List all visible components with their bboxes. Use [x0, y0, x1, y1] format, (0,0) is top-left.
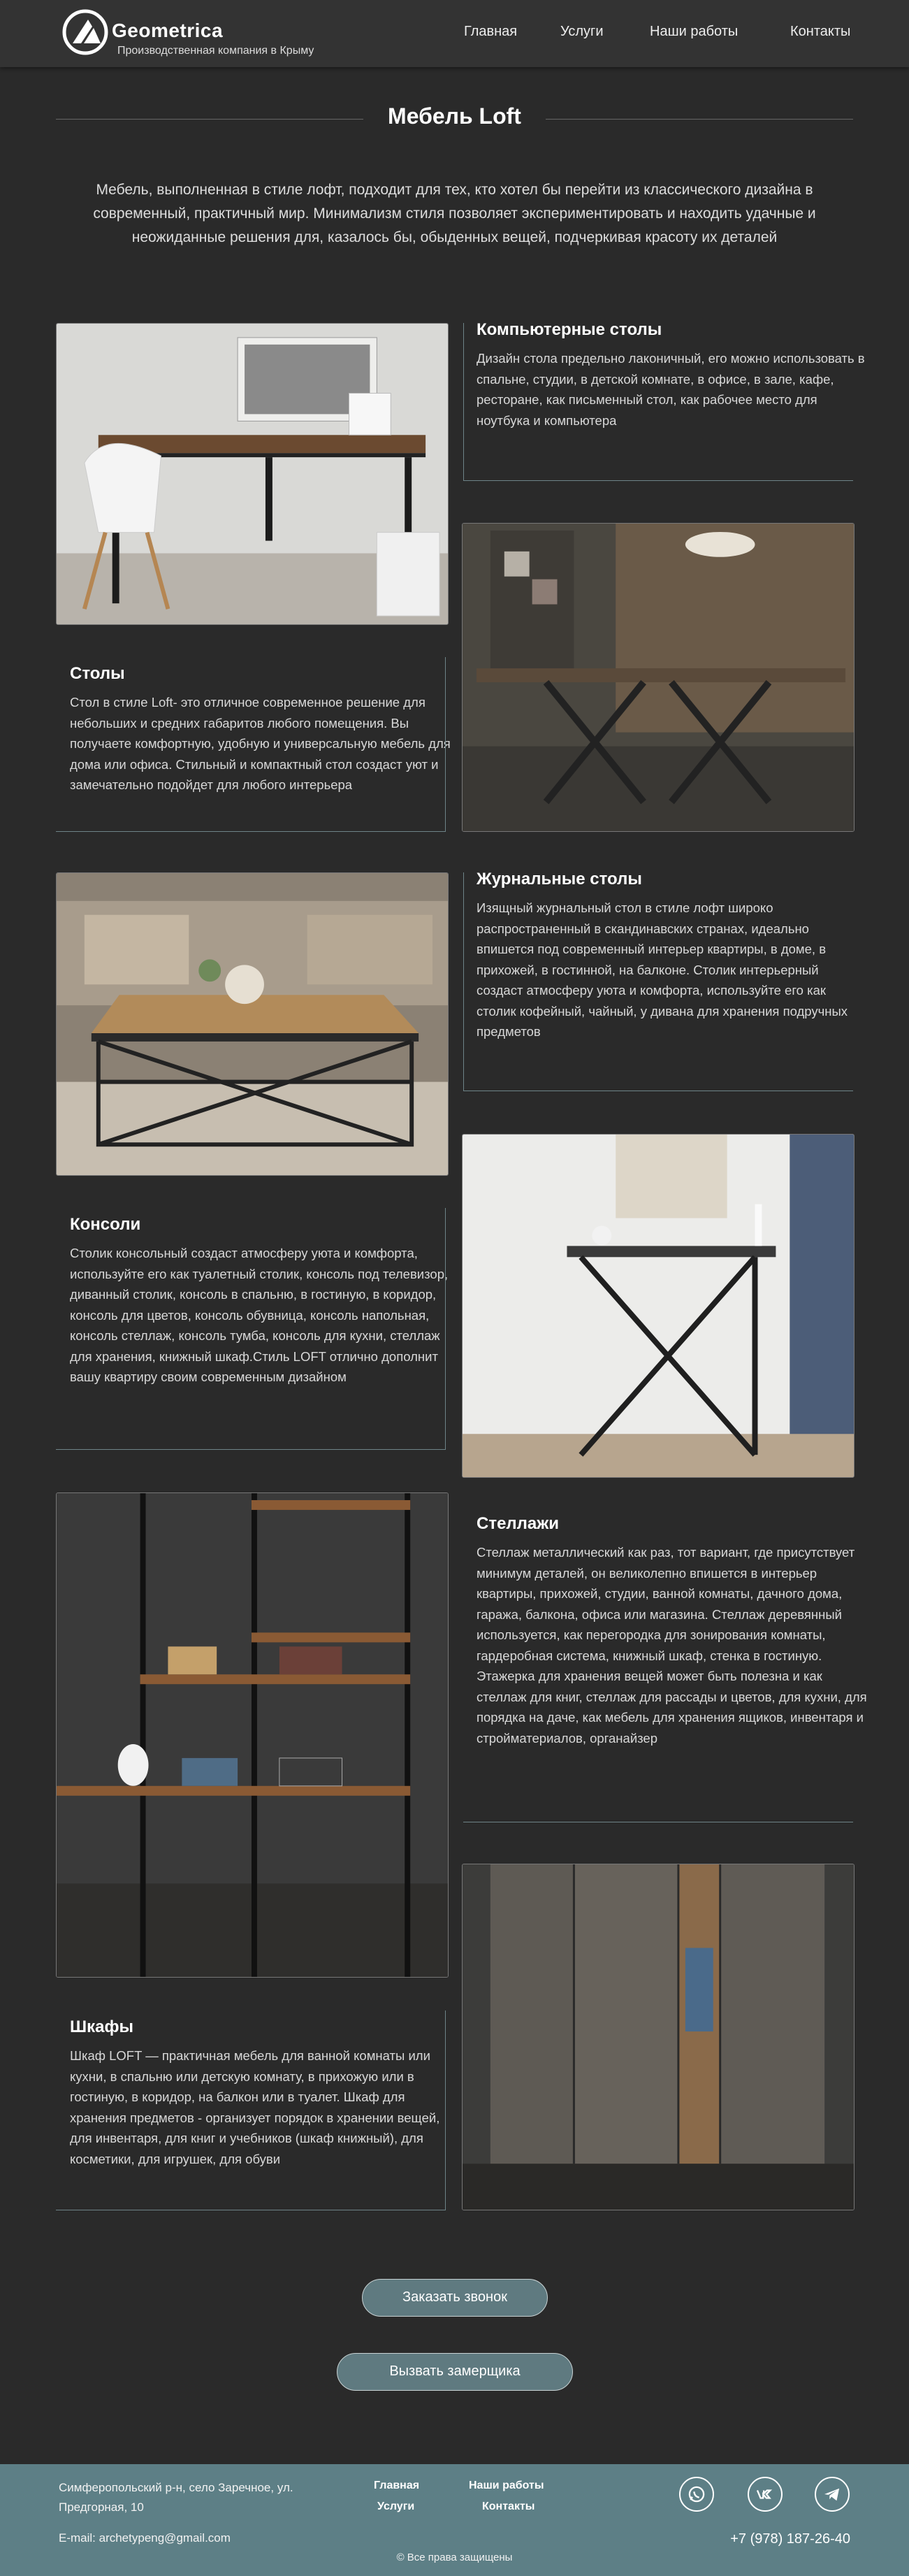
shelving-photo	[56, 1492, 449, 1978]
card-border	[463, 480, 853, 481]
section-title: Стеллажи	[477, 1514, 560, 1533]
card-border	[445, 2010, 446, 2210]
section-computer-desks: Компьютерные столы Дизайн стола предельн…	[477, 320, 868, 431]
footer-link-services[interactable]: Услуги	[377, 2501, 414, 2513]
section-shelving: Стеллажи Стеллаж металлический как раз, …	[477, 1514, 868, 1748]
nav-services[interactable]: Услуги	[560, 24, 604, 40]
section-title: Журнальные столы	[477, 870, 642, 888]
order-call-button[interactable]: Заказать звонок	[362, 2279, 548, 2317]
section-text: Дизайн стола предельно лаконичный, его м…	[477, 351, 865, 428]
card-border	[463, 872, 464, 1091]
telegram-icon[interactable]	[815, 2477, 850, 2512]
whatsapp-icon[interactable]	[679, 2477, 714, 2512]
logo-icon[interactable]	[60, 7, 110, 57]
footer-link-home[interactable]: Главная	[374, 2480, 419, 2492]
brand-tagline: Производственная компания в Крыму	[117, 45, 314, 57]
section-text: Шкаф LOFT — практичная мебель для ванной…	[70, 2048, 440, 2166]
console-photo	[462, 1134, 855, 1478]
card-border	[445, 657, 446, 832]
section-wardrobes: Шкафы Шкаф LOFT — практичная мебель для …	[70, 2017, 461, 2169]
nav-works[interactable]: Наши работы	[650, 24, 738, 40]
coffee-table-photo	[56, 872, 449, 1176]
vk-icon[interactable]	[748, 2477, 783, 2512]
site-header: Geometrica Производственная компания в К…	[0, 0, 909, 67]
section-text: Стеллаж металлический как раз, тот вариа…	[477, 1545, 867, 1746]
section-coffee-tables: Журнальные столы Изящный журнальный стол…	[477, 870, 868, 1042]
section-title: Шкафы	[70, 2017, 133, 2036]
section-title: Столы	[70, 664, 125, 683]
section-tables: Столы Стол в стиле Loft- это отличное со…	[70, 664, 461, 796]
card-border	[56, 831, 446, 832]
card-border	[445, 1208, 446, 1450]
section-consoles: Консоли Столик консольный создаст атмосф…	[70, 1215, 461, 1388]
section-text: Стол в стиле Loft- это отличное современ…	[70, 695, 451, 792]
section-text: Столик консольный создаст атмосферу уюта…	[70, 1246, 449, 1384]
card-border	[56, 1449, 446, 1450]
brand-name[interactable]: Geometrica	[112, 20, 223, 42]
section-title: Компьютерные столы	[477, 320, 662, 339]
site-footer: Симферопольский р-н, село Заречное, ул. …	[0, 2464, 909, 2576]
section-title: Консоли	[70, 1215, 141, 1234]
call-measurer-button[interactable]: Вызвать замерщика	[337, 2353, 573, 2391]
footer-link-works[interactable]: Наши работы	[469, 2480, 544, 2492]
footer-copyright: © Все права защищены	[396, 2552, 513, 2563]
nav-home[interactable]: Главная	[464, 24, 517, 40]
footer-email[interactable]: E-mail: archetypeng@gmail.com	[59, 2531, 231, 2545]
computer-desk-photo	[56, 323, 449, 625]
footer-phone[interactable]: +7 (978) 187-26-40	[730, 2531, 850, 2547]
section-text: Изящный журнальный стол в стиле лофт шир…	[477, 900, 848, 1039]
nav-contacts[interactable]: Контакты	[790, 24, 850, 40]
footer-link-contacts[interactable]: Контакты	[482, 2501, 535, 2513]
page-title: Мебель Loft	[388, 103, 521, 129]
table-photo	[462, 523, 855, 832]
intro-text: Мебель, выполненная в стиле лофт, подход…	[93, 182, 816, 245]
card-border	[463, 323, 464, 481]
wardrobe-photo	[462, 1864, 855, 2210]
footer-address: Симферопольский р-н, село Заречное, ул. …	[59, 2481, 293, 2514]
